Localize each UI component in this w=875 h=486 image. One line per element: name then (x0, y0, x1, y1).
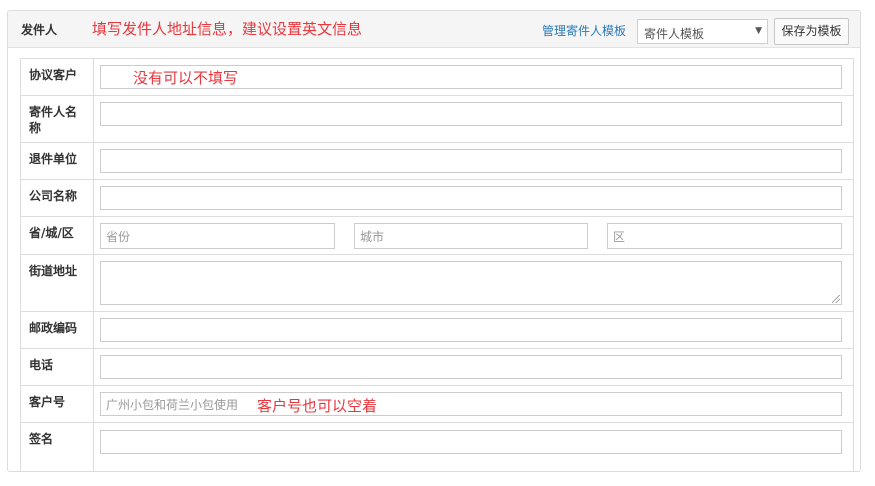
agreement-customer-label: 协议客户 (21, 59, 94, 95)
customer-number-label: 客户号 (21, 386, 94, 422)
sender-template-select[interactable]: 寄件人模板 ▼ (637, 19, 768, 44)
district-input[interactable]: 区 (607, 223, 842, 249)
province-input[interactable]: 省份 (100, 223, 335, 249)
company-name-label: 公司名称 (21, 180, 94, 216)
postal-code-label: 邮政编码 (21, 312, 94, 348)
return-unit-input[interactable] (100, 149, 842, 173)
panel-header: 发件人 填写发件人地址信息，建议设置英文信息 管理寄件人模板 寄件人模板 ▼ 保… (8, 11, 860, 48)
row-agreement-customer: 协议客户 没有可以不填写 (21, 59, 853, 96)
signature-label: 签名 (21, 423, 94, 471)
row-signature: 签名 (21, 423, 853, 471)
customer-number-input[interactable]: 广州小包和荷兰小包使用 (100, 392, 842, 416)
sender-info-hint: 填写发件人地址信息，建议设置英文信息 (92, 20, 363, 38)
sender-template-select-value: 寄件人模板 (644, 27, 705, 41)
agreement-customer-hint: 没有可以不填写 (133, 69, 239, 87)
sender-name-input[interactable] (100, 102, 842, 126)
dropdown-arrow-icon: ▼ (755, 26, 762, 36)
row-company-name: 公司名称 (21, 180, 853, 217)
manage-sender-templates-link[interactable]: 管理寄件人模板 (542, 22, 626, 39)
sender-name-label: 寄件人名称 (21, 96, 94, 142)
street-address-textarea[interactable] (100, 261, 842, 305)
phone-input[interactable] (100, 355, 842, 379)
postal-code-input[interactable] (100, 318, 842, 342)
panel-title: 发件人 (21, 23, 58, 37)
phone-label: 电话 (21, 349, 94, 385)
row-phone: 电话 (21, 349, 853, 386)
region-label: 省/城/区 (21, 217, 94, 254)
row-sender-name: 寄件人名称 (21, 96, 853, 143)
row-street-address: 街道地址 (21, 255, 853, 312)
row-postal-code: 邮政编码 (21, 312, 853, 349)
company-name-input[interactable] (100, 186, 842, 210)
street-address-label: 街道地址 (21, 255, 94, 311)
sender-panel: 发件人 填写发件人地址信息，建议设置英文信息 管理寄件人模板 寄件人模板 ▼ 保… (7, 10, 861, 472)
return-unit-label: 退件单位 (21, 143, 94, 179)
city-input[interactable]: 城市 (354, 223, 588, 249)
save-as-template-button[interactable]: 保存为模板 (774, 18, 849, 45)
row-customer-number: 客户号 广州小包和荷兰小包使用 客户号也可以空着 (21, 386, 853, 423)
resize-grip-icon[interactable] (832, 295, 840, 303)
customer-number-hint: 客户号也可以空着 (257, 397, 378, 415)
sender-form: 协议客户 没有可以不填写 寄件人名称 退件单位 公司名称 省/城/区 省份 城市… (20, 58, 854, 472)
row-return-unit: 退件单位 (21, 143, 853, 180)
row-region: 省/城/区 省份 城市 区 (21, 217, 853, 255)
signature-input[interactable] (100, 430, 842, 454)
